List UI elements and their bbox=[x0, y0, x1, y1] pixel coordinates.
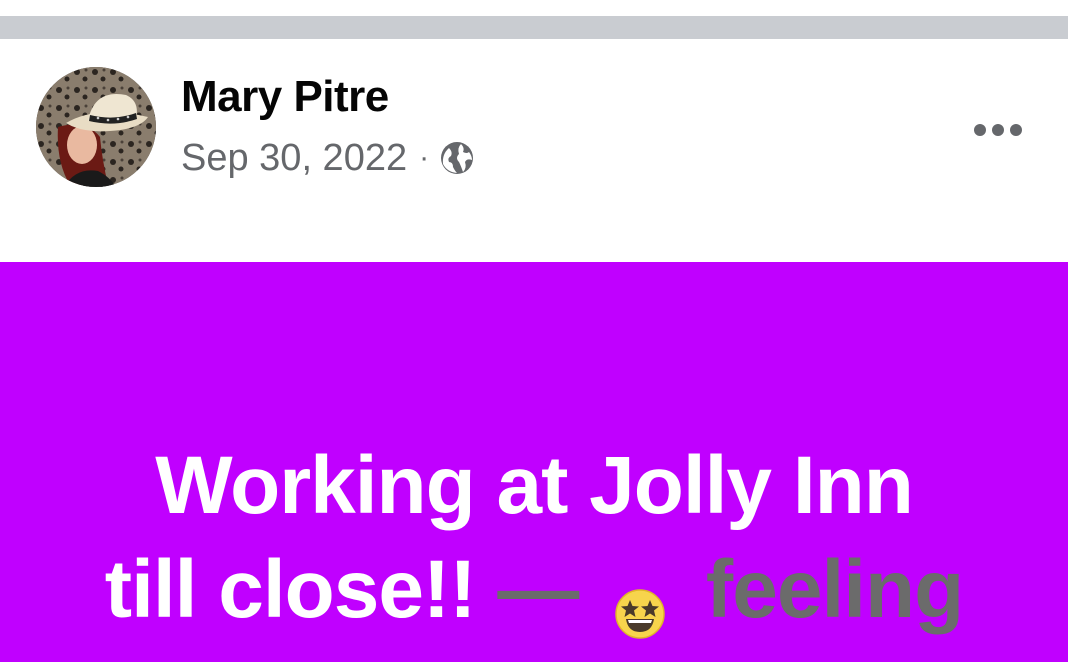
post-date[interactable]: Sep 30, 2022 bbox=[181, 137, 407, 180]
post-header bbox=[0, 39, 1068, 262]
more-options-button[interactable] bbox=[968, 106, 1028, 154]
status-line-2-text: till close!! bbox=[104, 544, 477, 635]
feeling-dash: — bbox=[497, 544, 579, 635]
status-line-1: Working at Jolly Inn bbox=[155, 440, 914, 531]
author-avatar[interactable] bbox=[36, 67, 156, 187]
avatar-photo bbox=[36, 67, 156, 187]
star-struck-emoji bbox=[614, 561, 666, 640]
author-name[interactable]: Mary Pitre bbox=[181, 72, 389, 122]
feed-divider bbox=[0, 16, 1068, 39]
meta-separator: · bbox=[419, 141, 430, 174]
status-text: Working at Jolly Inn till close!! — feel… bbox=[0, 434, 1068, 642]
post-meta: Sep 30, 2022 · bbox=[181, 136, 475, 180]
top-strip bbox=[0, 0, 1068, 16]
feeling-label: feeling bbox=[705, 544, 964, 635]
globe-icon[interactable] bbox=[439, 140, 475, 176]
status-post-background: Working at Jolly Inn till close!! — feel… bbox=[0, 262, 1068, 662]
status-line-2: till close!! — feeling bbox=[0, 538, 1068, 642]
more-options-icon bbox=[974, 124, 1022, 136]
